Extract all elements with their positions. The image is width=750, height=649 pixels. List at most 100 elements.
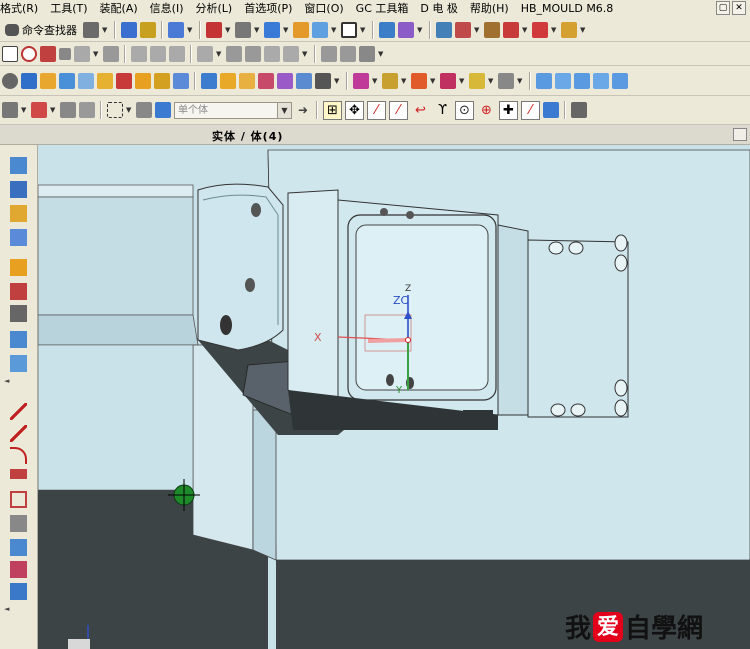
- dropdown-arrow[interactable]: ▼: [430, 73, 437, 89]
- extend-icon[interactable]: [131, 45, 147, 62]
- hidden-select-icon[interactable]: [79, 102, 95, 118]
- mirror-icon[interactable]: [197, 45, 213, 62]
- dropdown-arrow[interactable]: ▼: [21, 102, 28, 118]
- associate-icon[interactable]: [340, 45, 356, 62]
- select-body-icon[interactable]: [155, 102, 171, 118]
- arrow-right-icon[interactable]: ➜: [295, 102, 311, 118]
- select-rectangle-icon[interactable]: [107, 102, 123, 118]
- snap-quadrant-button[interactable]: ⊕: [477, 101, 496, 120]
- rectangle-icon[interactable]: [341, 21, 357, 38]
- cone-icon[interactable]: [239, 72, 255, 89]
- intersect-curve-icon[interactable]: [283, 45, 299, 62]
- dropdown-arrow[interactable]: ▼: [488, 73, 495, 89]
- table-edit-icon[interactable]: [455, 21, 471, 38]
- snap-midpoint-button[interactable]: ✥: [345, 100, 364, 120]
- dimension-icon[interactable]: [321, 45, 337, 62]
- dropdown-arrow[interactable]: ▼: [225, 22, 232, 38]
- snap-face-icon[interactable]: [543, 102, 559, 118]
- menu-assembly[interactable]: 装配(A): [94, 0, 144, 18]
- snap-intersection-button[interactable]: ✚: [499, 100, 518, 120]
- dropdown-arrow[interactable]: ▼: [254, 22, 261, 38]
- polygon-icon[interactable]: [10, 491, 27, 508]
- dropdown-arrow[interactable]: ▼: [401, 73, 408, 89]
- menu-analysis[interactable]: 分析(L): [189, 0, 238, 18]
- render-style-icon[interactable]: [235, 21, 251, 38]
- pocket-icon[interactable]: [154, 72, 170, 89]
- hd3d-tools-icon[interactable]: [10, 259, 27, 276]
- hole-icon[interactable]: [116, 72, 132, 89]
- dropdown-arrow[interactable]: ▼: [551, 22, 558, 38]
- menu-electrode[interactable]: D 电 极: [414, 0, 463, 18]
- play-icon[interactable]: [503, 21, 519, 38]
- book-icon[interactable]: [21, 72, 37, 89]
- unite-icon[interactable]: [277, 72, 293, 89]
- quick-pick-icon[interactable]: [60, 102, 76, 118]
- history-icon[interactable]: [10, 305, 27, 322]
- constraint-icon[interactable]: [169, 45, 185, 62]
- snap-line-button[interactable]: ⁄: [367, 100, 386, 120]
- bounded-plane-icon[interactable]: [612, 72, 628, 89]
- dropdown-arrow[interactable]: ▼: [360, 22, 367, 38]
- ruler-icon[interactable]: [561, 21, 577, 38]
- origin-icon[interactable]: [2, 72, 18, 89]
- dropdown-arrow[interactable]: ▼: [580, 22, 587, 38]
- pattern-icon[interactable]: [226, 45, 242, 62]
- database-icon[interactable]: [436, 21, 452, 38]
- system-materials-icon[interactable]: [10, 331, 27, 348]
- dropdown-arrow[interactable]: ▼: [102, 22, 109, 38]
- select-all-icon[interactable]: [136, 102, 152, 118]
- intersect-icon[interactable]: [315, 72, 331, 89]
- dropdown-arrow[interactable]: ▼: [334, 73, 341, 89]
- snap-endpoint-button[interactable]: ⊞: [323, 100, 342, 120]
- sweep-icon[interactable]: [78, 72, 94, 89]
- slot-icon[interactable]: [173, 72, 189, 89]
- menu-window[interactable]: 窗口(O): [298, 0, 349, 18]
- surface-mesh-icon[interactable]: [555, 72, 571, 89]
- boss-icon[interactable]: [135, 72, 151, 89]
- grid-icon[interactable]: [571, 102, 587, 118]
- fillet-icon[interactable]: [74, 45, 90, 62]
- view-direction-icon[interactable]: [398, 21, 414, 38]
- revolve-icon[interactable]: [59, 72, 75, 89]
- part-navigator-icon[interactable]: [10, 205, 27, 222]
- select-filter-dropdown[interactable]: 单个体 ▼: [174, 101, 292, 119]
- reuse-library-icon[interactable]: [10, 229, 27, 246]
- trim-icon[interactable]: [103, 45, 119, 62]
- expand-arrow-icon[interactable]: ◄: [4, 605, 9, 613]
- n-sided-surface-icon[interactable]: [593, 72, 609, 89]
- dropdown-arrow[interactable]: ▼: [517, 73, 524, 89]
- project-icon[interactable]: [264, 45, 280, 62]
- dropdown-arrow[interactable]: ▼: [378, 46, 385, 62]
- dropdown-arrow[interactable]: ▼: [417, 22, 424, 38]
- menu-tools[interactable]: 工具(T): [44, 0, 93, 18]
- spline-icon[interactable]: [10, 469, 27, 479]
- surface-icon[interactable]: [536, 72, 552, 89]
- dropdown-arrow[interactable]: ▼: [283, 22, 290, 38]
- snap-center-button[interactable]: ⊙: [455, 100, 474, 120]
- arc-icon[interactable]: [10, 447, 27, 464]
- dropdown-arrow[interactable]: ▼: [302, 46, 309, 62]
- view-cube-icon[interactable]: [312, 21, 328, 38]
- menu-help[interactable]: 帮助(H): [464, 0, 515, 18]
- circle-sketch-icon[interactable]: [21, 45, 37, 62]
- menu-format[interactable]: 格式(R): [0, 0, 44, 18]
- extrude-icon[interactable]: [40, 72, 56, 89]
- web-browser-icon[interactable]: [10, 283, 27, 300]
- blend-icon[interactable]: [97, 72, 113, 89]
- snap-tangent-button[interactable]: ϒ: [433, 101, 452, 120]
- dropdown-arrow[interactable]: ▼: [459, 73, 466, 89]
- pointer-icon[interactable]: [168, 21, 184, 38]
- orient-icon[interactable]: [379, 21, 395, 38]
- dropdown-arrow[interactable]: ▼: [331, 22, 338, 38]
- snap-on-curve-button[interactable]: ⁄: [521, 100, 540, 120]
- measure-icon[interactable]: [532, 21, 548, 38]
- dropdown-arrow[interactable]: ▼: [50, 102, 57, 118]
- trim-body-icon[interactable]: [498, 72, 514, 89]
- body-icon[interactable]: [359, 45, 375, 62]
- graphics-viewport[interactable]: ZC Z X Y: [38, 145, 750, 649]
- snap-icon[interactable]: [31, 102, 47, 118]
- sew-icon[interactable]: [353, 72, 369, 89]
- rectangle-sketch-icon[interactable]: [2, 45, 18, 62]
- dropdown-arrow[interactable]: ▼: [187, 22, 194, 38]
- surface-through-curves-icon[interactable]: [574, 72, 590, 89]
